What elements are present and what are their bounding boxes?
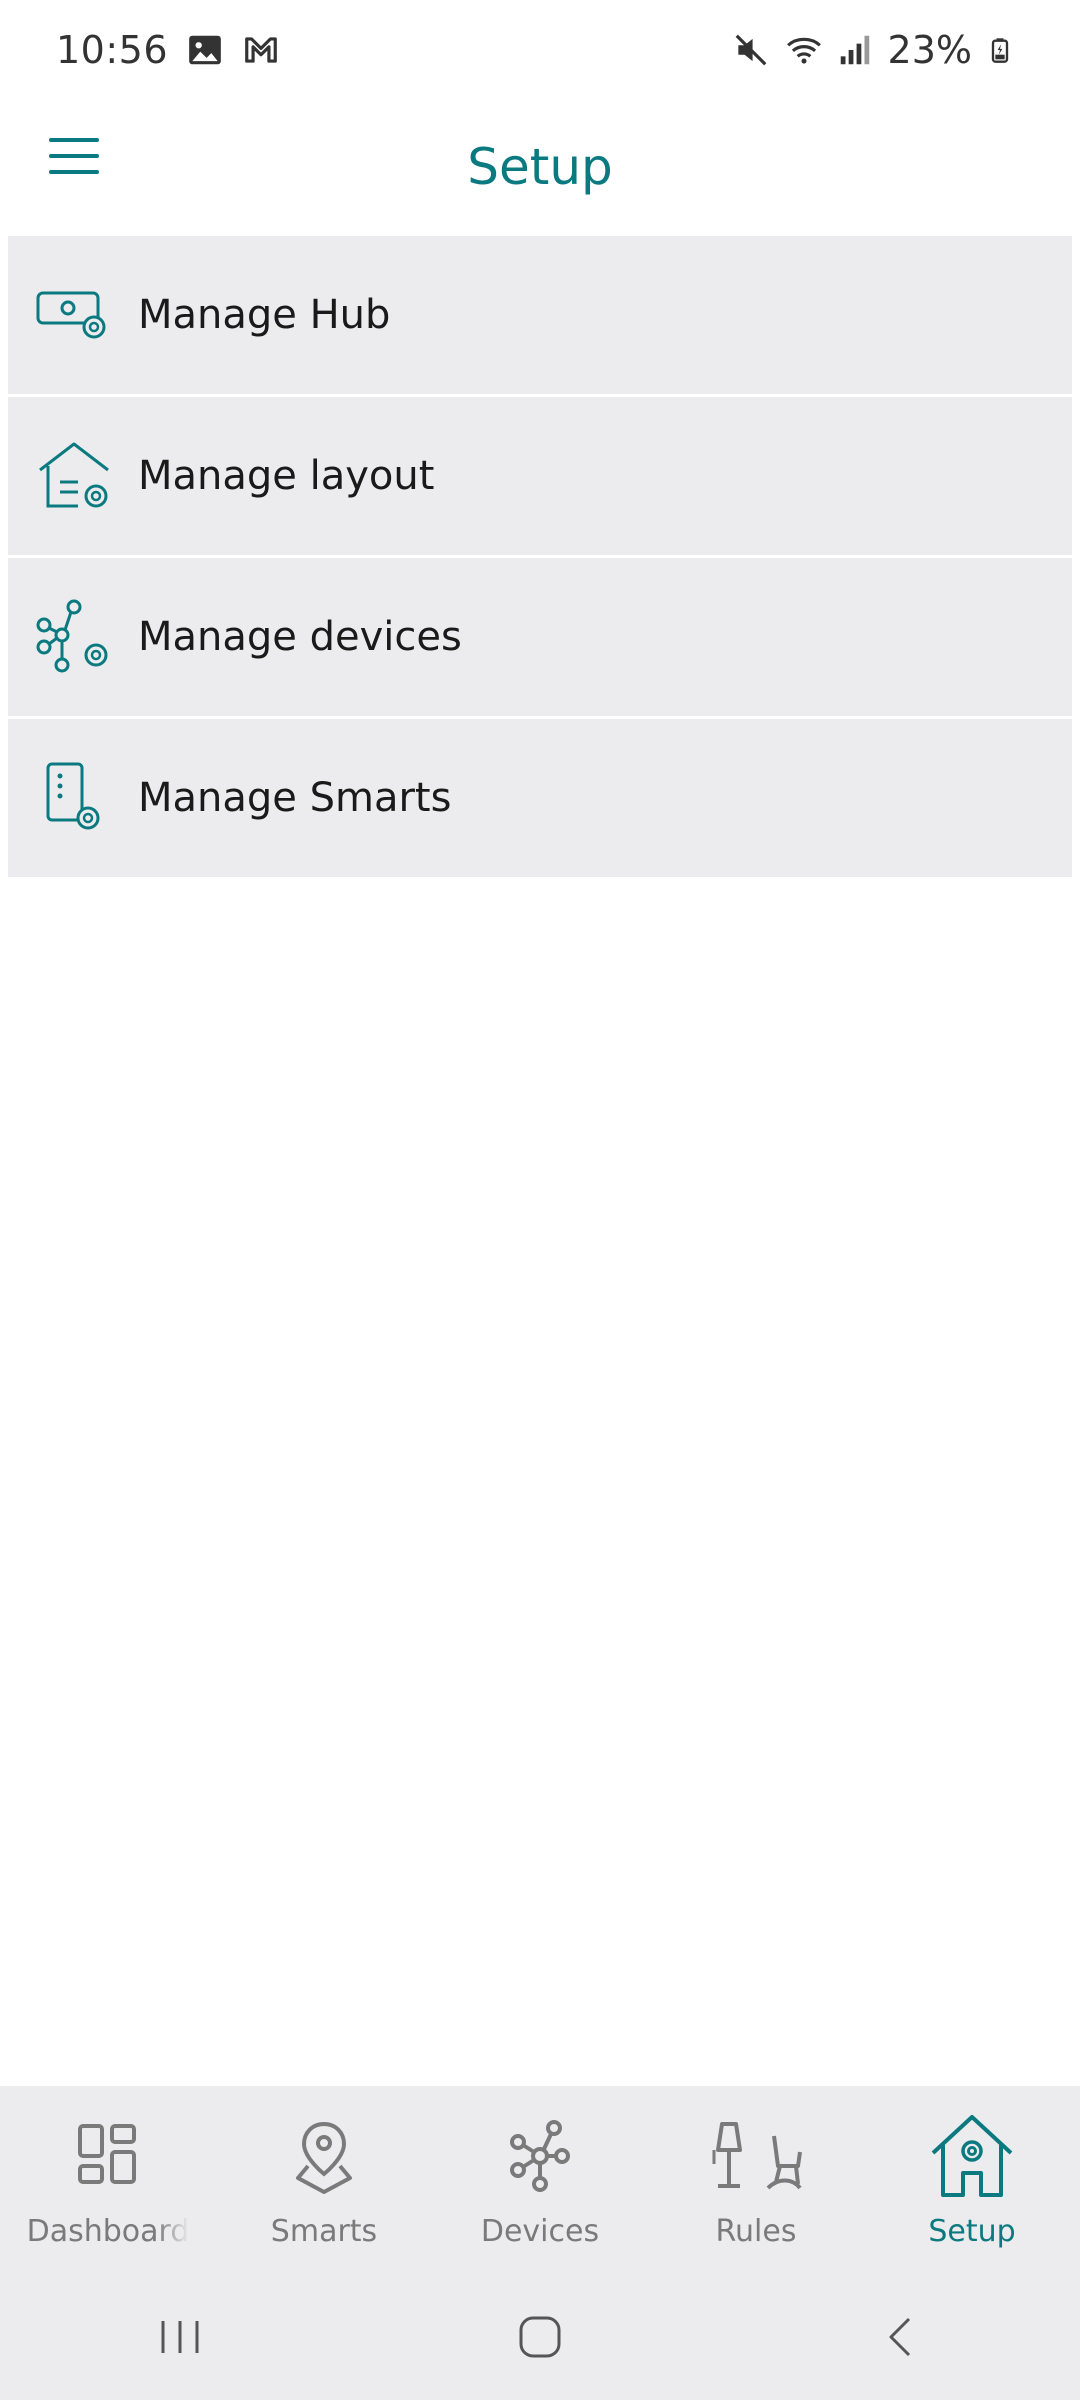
battery-percentage: 23% xyxy=(887,28,972,72)
battery-icon xyxy=(986,31,1024,69)
nav-smarts[interactable]: Smarts xyxy=(216,2108,432,2249)
signal-icon xyxy=(836,31,874,69)
dashboard-icon xyxy=(60,2108,156,2204)
nav-dashboard-label: Dashboard xyxy=(26,2214,190,2249)
home-icon xyxy=(518,2315,562,2363)
bottom-navigation: Dashboard Smarts Devices Rules Setup xyxy=(0,2086,1080,2278)
home-button[interactable] xyxy=(480,2299,600,2379)
manage-hub-item[interactable]: Manage Hub xyxy=(8,236,1072,394)
mute-icon xyxy=(732,31,770,69)
status-bar: 10:56 23% xyxy=(0,0,1080,100)
manage-layout-label: Manage layout xyxy=(138,453,435,499)
manage-smarts-label: Manage Smarts xyxy=(138,775,452,821)
smarts-icon xyxy=(276,2108,372,2204)
manage-smarts-item[interactable]: Manage Smarts xyxy=(8,719,1072,877)
status-time: 10:56 xyxy=(56,28,169,72)
layout-settings-icon xyxy=(34,436,114,516)
setup-menu-list: Manage Hub Manage layout Manage devices … xyxy=(8,236,1072,880)
nav-rules[interactable]: Rules xyxy=(648,2108,864,2249)
hamburger-icon xyxy=(48,136,100,180)
page-title: Setup xyxy=(467,138,613,196)
nav-devices-label: Devices xyxy=(480,2214,600,2249)
menu-button[interactable] xyxy=(44,128,104,188)
back-icon xyxy=(885,2315,915,2363)
devices-settings-icon xyxy=(34,597,114,677)
nav-devices[interactable]: Devices xyxy=(432,2108,648,2249)
devices-icon xyxy=(492,2108,588,2204)
nav-dashboard[interactable]: Dashboard xyxy=(0,2108,216,2249)
manage-hub-label: Manage Hub xyxy=(138,292,391,338)
back-button[interactable] xyxy=(840,2299,960,2379)
rules-icon xyxy=(708,2108,804,2204)
setup-icon xyxy=(924,2108,1020,2204)
recents-button[interactable] xyxy=(120,2299,240,2379)
system-navigation xyxy=(0,2278,1080,2400)
gmail-icon xyxy=(242,31,280,69)
nav-setup-label: Setup xyxy=(928,2214,1016,2249)
manage-devices-item[interactable]: Manage devices xyxy=(8,558,1072,716)
manage-devices-label: Manage devices xyxy=(138,614,462,660)
status-right: 23% xyxy=(732,28,1024,72)
status-left: 10:56 xyxy=(56,28,280,72)
app-bar: Setup xyxy=(0,100,1080,234)
smarts-settings-icon xyxy=(34,758,114,838)
nav-rules-label: Rules xyxy=(715,2214,797,2249)
wifi-icon xyxy=(784,31,822,69)
image-icon xyxy=(186,31,224,69)
hub-settings-icon xyxy=(34,275,114,355)
nav-smarts-label: Smarts xyxy=(270,2214,378,2249)
manage-layout-item[interactable]: Manage layout xyxy=(8,397,1072,555)
nav-setup[interactable]: Setup xyxy=(864,2108,1080,2249)
recents-icon xyxy=(155,2317,205,2361)
